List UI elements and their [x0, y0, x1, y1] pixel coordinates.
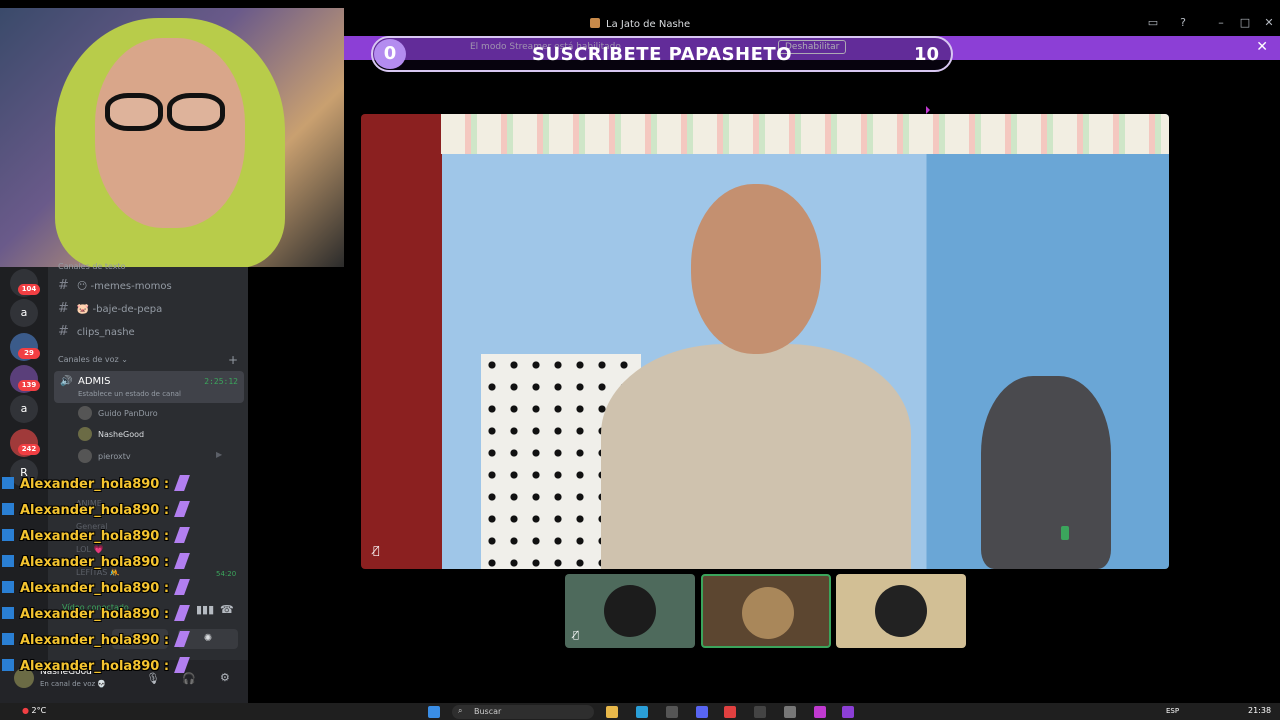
- twitch-icon: [2, 659, 14, 671]
- avatar: [78, 449, 92, 463]
- server-icon-2[interactable]: a: [10, 299, 38, 327]
- taskbar: ● 2°C ⌕ Buscar ESP 21:38: [0, 703, 1280, 720]
- twitch-icon: [2, 529, 14, 541]
- twitch-icon: [2, 607, 14, 619]
- minimize-button[interactable]: –: [1212, 16, 1230, 32]
- mouse-cursor-icon: [926, 106, 930, 114]
- twitch-icon: [2, 477, 14, 489]
- voice-timer-2: 54:20: [216, 570, 237, 578]
- chat-line: Alexander_hola890 :: [2, 657, 190, 681]
- speaking-indicator-icon: [1061, 526, 1069, 540]
- maximize-button[interactable]: □: [1236, 16, 1254, 32]
- close-icon[interactable]: ✕: [1256, 39, 1268, 55]
- chat-line: Alexander_hola890 :: [2, 475, 190, 499]
- voice-user[interactable]: Guido PanDuro: [78, 406, 158, 420]
- taskbar-search[interactable]: ⌕ Buscar: [452, 705, 594, 719]
- channel-item[interactable]: # 🐷 -baje-de-pepa: [58, 301, 162, 316]
- avatar: [742, 587, 794, 639]
- chat-line: Alexander_hola890 :: [2, 631, 190, 655]
- twitch-icon[interactable]: [842, 706, 854, 718]
- window-title-text: La Jato de Nashe: [606, 19, 691, 30]
- voice-category-label[interactable]: Canales de voz ⌄: [58, 355, 128, 364]
- server-badge: 104: [18, 284, 40, 295]
- main-video-stream[interactable]: 🎙̸: [361, 114, 1169, 569]
- window-title: La Jato de Nashe: [590, 18, 690, 30]
- avatar: [875, 585, 927, 637]
- voice-channel-admis[interactable]: 🔊 ADMIS 2:25:12 Establece un estado de c…: [54, 371, 244, 403]
- video-person-head: [691, 184, 821, 354]
- discord-icon[interactable]: [696, 706, 708, 718]
- sub-goal-overlay: 0 SUSCRIBETE PAPASHETO 10: [371, 36, 953, 72]
- chat-line: Alexander_hola890 :: [2, 527, 190, 551]
- server-icon: [590, 18, 600, 28]
- twitch-icon: [2, 581, 14, 593]
- hash-icon: #: [58, 301, 69, 316]
- webcam-person-glasses: [105, 93, 235, 133]
- muted-mic-icon: 🎙̸: [373, 544, 380, 557]
- text-category-label[interactable]: Canales de texto: [58, 262, 126, 271]
- twitch-icon: [2, 633, 14, 645]
- chat-line: Alexander_hola890 :: [2, 605, 190, 629]
- obs-icon[interactable]: [754, 706, 766, 718]
- chat-line: Alexander_hola890 :: [2, 501, 190, 525]
- webcam-overlay: [0, 8, 344, 267]
- close-window-button[interactable]: ✕: [1260, 16, 1278, 32]
- add-channel-icon[interactable]: +: [228, 353, 238, 367]
- participant-tile-3[interactable]: [836, 574, 966, 648]
- voice-user[interactable]: pieroxtv: [78, 449, 131, 463]
- voice-timer: 2:25:12: [204, 377, 238, 386]
- file-explorer-icon[interactable]: [606, 706, 618, 718]
- server-badge: 29: [18, 348, 40, 359]
- server-badge: 242: [18, 444, 40, 455]
- microphone-cover: [981, 376, 1111, 569]
- windows-start-icon[interactable]: [428, 706, 440, 718]
- twitch-icon: [2, 555, 14, 567]
- store-icon[interactable]: [666, 706, 678, 718]
- speaker-icon: 🔊: [60, 376, 73, 387]
- server-badge: 139: [18, 380, 40, 391]
- brave-icon[interactable]: [724, 706, 736, 718]
- hash-icon: #: [58, 278, 69, 293]
- voice-user[interactable]: NasheGood: [78, 427, 144, 441]
- sub-goal-target: 10: [913, 44, 939, 65]
- hash-icon: #: [58, 324, 69, 339]
- edge-icon[interactable]: [636, 706, 648, 718]
- voice-channel-name: ADMIS: [78, 376, 111, 387]
- disconnect-icon[interactable]: ☎: [220, 603, 234, 616]
- participant-tile-2[interactable]: [701, 574, 831, 648]
- clock[interactable]: 21:38: [1248, 706, 1271, 715]
- channel-item[interactable]: # clips_nashe: [58, 324, 135, 339]
- video-camera-icon: ▶: [216, 450, 223, 459]
- search-icon: ⌕: [458, 706, 463, 715]
- avatar: [604, 585, 656, 637]
- participant-tile-1[interactable]: 🎙̸: [565, 574, 695, 648]
- video-person-body: [601, 344, 911, 569]
- help-icon[interactable]: ?: [1174, 16, 1192, 32]
- inbox-icon[interactable]: ▭: [1144, 16, 1162, 32]
- weather-icon: ●: [22, 706, 29, 715]
- weather-widget[interactable]: ● 2°C: [22, 706, 46, 715]
- sub-goal-title: SUSCRIBETE PAPASHETO: [531, 44, 792, 65]
- muted-mic-icon: 🎙̸: [573, 630, 580, 641]
- gear-icon[interactable]: ⚙: [220, 671, 230, 684]
- user-status: En canal de voz 💀: [40, 680, 107, 688]
- language-indicator[interactable]: ESP: [1166, 707, 1179, 715]
- avatar: [78, 427, 92, 441]
- chat-line: Alexander_hola890 :: [2, 579, 190, 603]
- server-icon-5[interactable]: a: [10, 395, 38, 423]
- avatar: [78, 406, 92, 420]
- soundboard-icon[interactable]: ▮▮▮: [196, 603, 214, 616]
- wallpaper-border: [441, 114, 1169, 154]
- twitch-icon: [2, 503, 14, 515]
- chat-line: Alexander_hola890 :: [2, 553, 190, 577]
- app-icon[interactable]: [784, 706, 796, 718]
- title-bar: La Jato de Nashe ▭ ? – □ ✕: [344, 12, 1280, 36]
- app-icon[interactable]: [814, 706, 826, 718]
- channel-item[interactable]: # 😶 -memes-momos: [58, 278, 172, 293]
- channel-status[interactable]: Establece un estado de canal: [78, 390, 181, 398]
